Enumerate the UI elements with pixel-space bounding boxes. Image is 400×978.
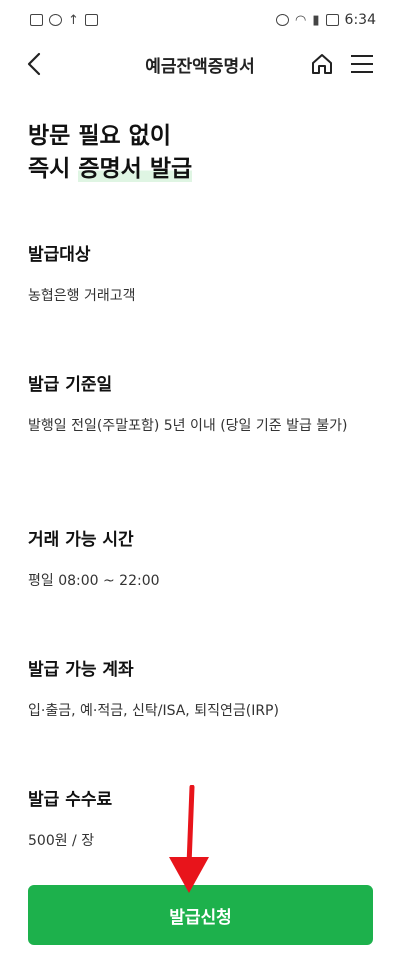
headline: 방문 필요 없이 즉시 증명서 발급 bbox=[28, 120, 368, 186]
section-title: 발급 기준일 bbox=[28, 375, 113, 395]
page-title: 예금잔액증명서 bbox=[145, 57, 255, 77]
mail-icon bbox=[84, 14, 98, 26]
section-value: 발행일 전일(주말포함) 5년 이내 (당일 기준 발급 불가) bbox=[28, 418, 348, 434]
status-time: 6:34 bbox=[344, 12, 376, 28]
app-header: 예금잔액증명서 bbox=[0, 40, 400, 88]
section-title: 발급대상 bbox=[28, 245, 91, 265]
alarm-icon bbox=[276, 14, 290, 26]
chevron-left-icon bbox=[27, 52, 41, 76]
wifi-icon: ◠ bbox=[295, 12, 307, 28]
apply-button[interactable]: 발급신청 bbox=[28, 885, 373, 945]
section-value: 500원 / 장 bbox=[28, 833, 95, 849]
section-target: 발급대상 농협은행 거래고객 bbox=[28, 240, 373, 309]
upload-icon: ↑ bbox=[68, 12, 79, 28]
signal-icon: ▮ bbox=[312, 12, 320, 28]
status-right-icons: ◠ ▮ 6:34 bbox=[276, 12, 376, 28]
hamburger-menu-icon bbox=[351, 55, 373, 73]
menu-button[interactable] bbox=[348, 50, 376, 78]
section-value: 평일 08:00 ~ 22:00 bbox=[28, 573, 160, 589]
home-icon bbox=[312, 54, 332, 74]
section-value: 입·출금, 예·적금, 신탁/ISA, 퇴직연금(IRP) bbox=[28, 703, 279, 719]
headline-line2: 즉시 증명서 발급 bbox=[28, 153, 368, 186]
section-title: 거래 가능 시간 bbox=[28, 530, 134, 550]
headline-highlight: 증명서 발급 bbox=[78, 156, 193, 182]
headline-prefix: 즉시 bbox=[28, 156, 79, 182]
back-button[interactable] bbox=[20, 50, 48, 78]
section-title: 발급 가능 계좌 bbox=[28, 660, 134, 680]
status-left-icons: ↑ bbox=[30, 14, 98, 27]
section-base-date: 발급 기준일 발행일 전일(주말포함) 5년 이내 (당일 기준 발급 불가) bbox=[28, 370, 373, 439]
headline-line1: 방문 필요 없이 bbox=[28, 123, 171, 149]
section-fee: 발급 수수료 500원 / 장 bbox=[28, 785, 373, 854]
battery-icon bbox=[325, 14, 339, 26]
section-accounts: 발급 가능 계좌 입·출금, 예·적금, 신탁/ISA, 퇴직연금(IRP) bbox=[28, 655, 373, 724]
section-title: 발급 수수료 bbox=[28, 790, 113, 810]
section-hours: 거래 가능 시간 평일 08:00 ~ 22:00 bbox=[28, 525, 373, 594]
section-value: 농협은행 거래고객 bbox=[28, 288, 136, 304]
home-button[interactable] bbox=[308, 50, 336, 78]
status-bar: ↑ ◠ ▮ 6:34 bbox=[0, 0, 400, 40]
chat-icon bbox=[49, 14, 62, 26]
gallery-icon bbox=[30, 14, 43, 26]
